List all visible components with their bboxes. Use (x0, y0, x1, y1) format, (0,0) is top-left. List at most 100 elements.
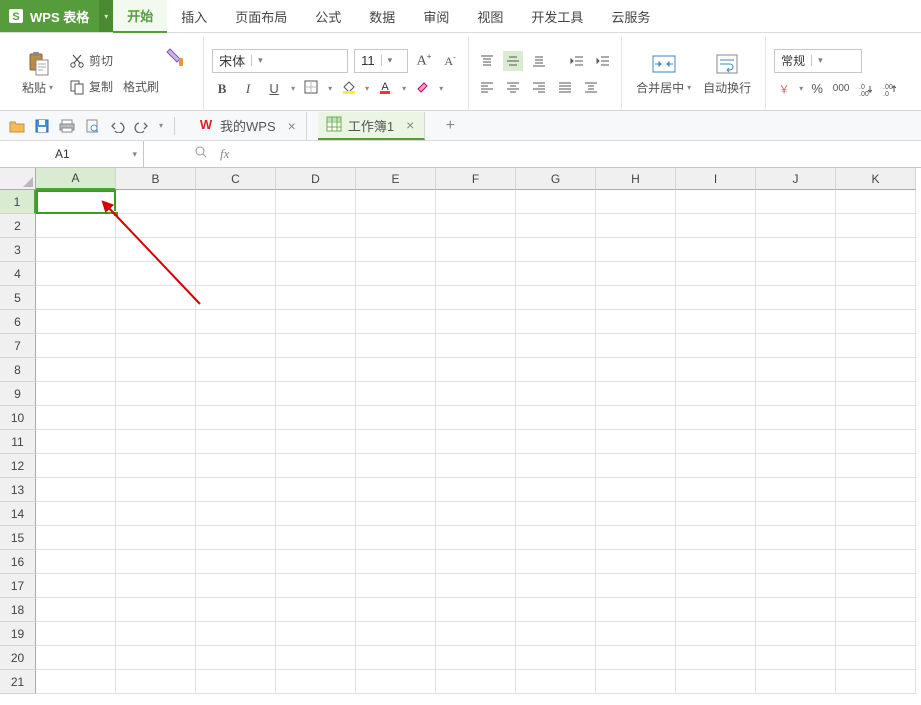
cell[interactable] (276, 358, 356, 382)
cell[interactable] (756, 262, 836, 286)
align-middle-button[interactable] (503, 51, 523, 71)
cell[interactable] (836, 334, 916, 358)
chevron-down-icon[interactable]: ▾ (438, 84, 443, 93)
cell[interactable] (276, 310, 356, 334)
tab-pagelayout[interactable]: 页面布局 (221, 0, 301, 32)
cell[interactable] (756, 622, 836, 646)
close-icon[interactable]: × (288, 118, 296, 134)
cell[interactable] (756, 550, 836, 574)
cell[interactable] (276, 550, 356, 574)
cell[interactable] (116, 670, 196, 694)
cell[interactable] (516, 550, 596, 574)
chevron-down-icon[interactable]: ▾ (290, 84, 295, 93)
undo-button[interactable] (108, 117, 126, 135)
row-header[interactable]: 20 (0, 646, 36, 670)
cell[interactable] (596, 526, 676, 550)
paste-button[interactable]: 粘贴▾ (16, 48, 59, 100)
cell[interactable] (516, 646, 596, 670)
cell[interactable] (436, 262, 516, 286)
cell[interactable] (196, 670, 276, 694)
cell[interactable] (436, 358, 516, 382)
cell[interactable] (196, 454, 276, 478)
font-name-select[interactable]: 宋体▾ (212, 49, 348, 73)
cell[interactable] (596, 382, 676, 406)
cell[interactable] (356, 550, 436, 574)
column-header[interactable]: H (596, 168, 676, 190)
cell[interactable] (356, 622, 436, 646)
cell[interactable] (756, 334, 836, 358)
cell[interactable] (516, 358, 596, 382)
cell[interactable] (836, 238, 916, 262)
cell[interactable] (116, 382, 196, 406)
cell[interactable] (356, 358, 436, 382)
cell[interactable] (276, 646, 356, 670)
cell[interactable] (36, 382, 116, 406)
row-header[interactable]: 3 (0, 238, 36, 262)
currency-button[interactable]: ￥ (774, 79, 794, 99)
cell[interactable] (196, 286, 276, 310)
print-preview-button[interactable] (83, 117, 101, 135)
cell[interactable] (676, 478, 756, 502)
cell[interactable] (756, 502, 836, 526)
cell[interactable] (196, 334, 276, 358)
cell[interactable] (116, 334, 196, 358)
cell[interactable] (596, 646, 676, 670)
cell[interactable] (516, 526, 596, 550)
cell[interactable] (116, 478, 196, 502)
cell[interactable] (836, 454, 916, 478)
cell[interactable] (596, 574, 676, 598)
cell[interactable] (436, 454, 516, 478)
cell[interactable] (676, 406, 756, 430)
cell[interactable] (516, 478, 596, 502)
column-header[interactable]: E (356, 168, 436, 190)
cell[interactable] (276, 214, 356, 238)
cell[interactable] (116, 502, 196, 526)
qa-customize-dropdown[interactable]: ▾ (158, 121, 163, 130)
cell[interactable] (436, 478, 516, 502)
cell[interactable] (596, 598, 676, 622)
row-header[interactable]: 1 (0, 190, 36, 214)
italic-button[interactable]: I (238, 79, 258, 99)
cell[interactable] (676, 598, 756, 622)
cell[interactable] (676, 622, 756, 646)
cell[interactable] (196, 310, 276, 334)
cell[interactable] (276, 190, 356, 214)
cell[interactable] (836, 478, 916, 502)
cell[interactable] (516, 286, 596, 310)
number-format-select[interactable]: 常规▾ (774, 49, 862, 73)
cell[interactable] (196, 190, 276, 214)
align-center-button[interactable] (503, 77, 523, 97)
cell[interactable] (196, 382, 276, 406)
font-size-select[interactable]: 11▾ (354, 49, 408, 73)
align-bottom-button[interactable] (529, 51, 549, 71)
cell[interactable] (116, 646, 196, 670)
copy-button[interactable]: 复制 (65, 76, 117, 98)
cell[interactable] (516, 454, 596, 478)
cell[interactable] (116, 598, 196, 622)
cell[interactable] (516, 502, 596, 526)
align-left-button[interactable] (477, 77, 497, 97)
cell[interactable] (276, 406, 356, 430)
cell[interactable] (676, 190, 756, 214)
cell[interactable] (676, 358, 756, 382)
new-tab-button[interactable]: + (438, 117, 462, 135)
cell[interactable] (196, 622, 276, 646)
cell[interactable] (116, 190, 196, 214)
chevron-down-icon[interactable]: ▾ (401, 84, 406, 93)
doc-tab-mywps[interactable]: W 我的WPS × (190, 112, 307, 140)
cell[interactable] (356, 646, 436, 670)
cell[interactable] (356, 526, 436, 550)
cell[interactable] (676, 334, 756, 358)
cell[interactable] (36, 190, 116, 214)
cell[interactable] (36, 478, 116, 502)
row-header[interactable]: 13 (0, 478, 36, 502)
tab-cloud[interactable]: 云服务 (597, 0, 664, 32)
cell[interactable] (836, 382, 916, 406)
cell[interactable] (836, 502, 916, 526)
cell[interactable] (36, 310, 116, 334)
cell[interactable] (596, 406, 676, 430)
cell[interactable] (116, 214, 196, 238)
cut-button[interactable]: 剪切 (65, 50, 161, 72)
cell[interactable] (276, 670, 356, 694)
cell[interactable] (436, 502, 516, 526)
